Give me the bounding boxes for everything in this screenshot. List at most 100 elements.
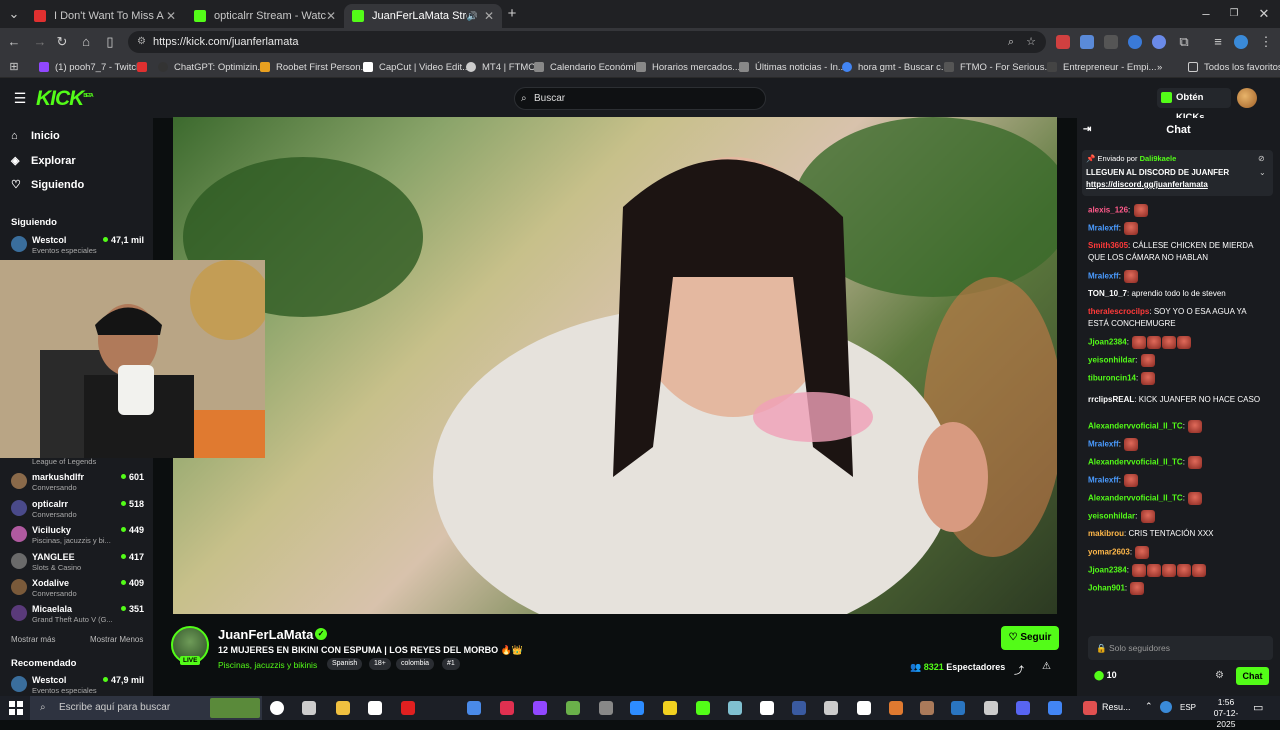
following-channel[interactable]: Micaelala Grand Theft Auto V (G... 351 xyxy=(11,603,146,625)
report-icon[interactable]: ⚠ xyxy=(1042,661,1051,672)
show-more-link[interactable]: Mostrar más xyxy=(11,635,55,644)
chat-username[interactable]: yeisonhildar xyxy=(1088,512,1135,521)
chat-settings-icon[interactable]: ⚙ xyxy=(1215,670,1224,681)
zoom-icon[interactable]: ⌕ xyxy=(1008,31,1014,53)
site-info-icon[interactable]: ⚙ xyxy=(137,31,146,53)
chat-username[interactable]: Mralexff xyxy=(1088,440,1119,449)
capcut-icon[interactable] xyxy=(760,701,774,715)
pinned-link[interactable]: https://discord.gg/juanferlamata xyxy=(1086,180,1208,189)
app-icon[interactable] xyxy=(1083,701,1097,715)
speaker-icon[interactable]: 🔊 xyxy=(467,11,478,22)
bookmark-entrepreneur[interactable]: Entrepreneur - Empi... xyxy=(1047,59,1156,75)
tab-search-icon[interactable]: ⌄ xyxy=(6,6,22,22)
more-menu-icon[interactable]: ⋮ xyxy=(1258,34,1274,50)
copilot-icon[interactable] xyxy=(467,701,481,715)
extension-icon[interactable] xyxy=(1128,35,1142,49)
bookmark-star-icon[interactable]: ☆ xyxy=(1026,31,1036,53)
following-channel[interactable]: opticalrr Conversando 518 xyxy=(11,498,146,520)
following-channel[interactable]: markushdlfr Conversando 601 xyxy=(11,471,146,493)
extensions-puzzle-icon[interactable]: ⧉ xyxy=(1176,34,1192,50)
chat-username[interactable]: Johan901 xyxy=(1088,584,1125,593)
app-icon[interactable] xyxy=(889,701,903,715)
forward-icon[interactable]: → xyxy=(32,34,48,50)
minimize-icon[interactable]: – xyxy=(1198,6,1214,22)
steam-icon[interactable] xyxy=(951,701,965,715)
bookmark-roobet[interactable]: Roobet First Person... xyxy=(260,59,368,75)
home-icon[interactable]: ⌂ xyxy=(78,34,94,50)
chat-username[interactable]: Jjoan2384 xyxy=(1088,338,1127,347)
kick-logo[interactable]: KICKBETA xyxy=(36,87,94,111)
chat-username[interactable]: theralescrocilps xyxy=(1088,307,1149,316)
tab-menu-icon[interactable]: ≡ xyxy=(1210,34,1226,50)
taskbar-clock[interactable]: 1:56 07-12-2025 xyxy=(1205,697,1247,730)
pinned-message[interactable]: 📌 Enviado por Dali9kaele LLEGUEN AL DISC… xyxy=(1082,150,1273,196)
browser-tab-1[interactable]: I Don't Want To Miss A Thing - ✕ xyxy=(26,4,184,28)
app-icon[interactable] xyxy=(984,701,998,715)
twitch-icon[interactable] xyxy=(533,701,547,715)
chat-username[interactable]: yeisonhildar xyxy=(1088,356,1135,365)
video-player[interactable] xyxy=(173,117,1057,614)
chat-username[interactable]: rrclipsREAL xyxy=(1088,395,1134,404)
back-icon[interactable]: ← xyxy=(6,34,22,50)
user-avatar[interactable] xyxy=(1237,88,1257,108)
chat-username[interactable]: alexis_126 xyxy=(1088,206,1128,215)
tag-18plus[interactable]: 18+ xyxy=(369,658,391,670)
tray-chevron-icon[interactable]: ⌃ xyxy=(1145,701,1153,712)
nav-explorar[interactable]: ◈ Explorar xyxy=(11,154,76,168)
following-channel[interactable]: Westcol Eventos especiales 47,1 mil xyxy=(11,234,146,256)
follow-button[interactable]: ♡ Seguir xyxy=(1001,626,1059,650)
opera-icon[interactable] xyxy=(401,701,415,715)
notepad-icon[interactable] xyxy=(368,701,382,715)
tray-app-icon[interactable] xyxy=(1160,701,1172,713)
extension-icon[interactable] xyxy=(1056,35,1070,49)
unpin-icon[interactable]: ⊘ xyxy=(1258,154,1265,163)
bookmark-youtube[interactable] xyxy=(137,59,153,75)
new-tab-button[interactable]: + xyxy=(504,6,520,22)
chat-username[interactable]: tiburoncin14 xyxy=(1088,374,1136,383)
tiktok-icon[interactable] xyxy=(857,701,871,715)
app-icon[interactable] xyxy=(599,701,613,715)
sticky-notes-icon[interactable] xyxy=(663,701,677,715)
minecraft-icon[interactable] xyxy=(696,701,710,715)
zoom-icon[interactable] xyxy=(630,701,644,715)
browser-tab-2[interactable]: opticalrr Stream - Watch Live o ✕ xyxy=(186,4,344,28)
running-app-label[interactable]: Resu... xyxy=(1102,702,1131,712)
chat-username[interactable]: Mralexff xyxy=(1088,272,1119,281)
following-channel[interactable]: Xodalive Conversando 409 xyxy=(11,577,146,599)
bookmark-hora-gmt[interactable]: hora gmt - Buscar c... xyxy=(842,59,949,75)
hamburger-menu-icon[interactable]: ☰ xyxy=(12,90,28,106)
chat-input[interactable]: 🔒 Solo seguidores xyxy=(1088,636,1273,660)
kick-points[interactable]: ⬤ 10 xyxy=(1094,670,1117,681)
chevron-down-icon[interactable]: ⌄ xyxy=(1259,168,1266,177)
show-less-link[interactable]: Mostrar Menos xyxy=(90,635,143,644)
get-kicks-button[interactable]: Obtén KICKs xyxy=(1157,88,1231,123)
extension-icon[interactable] xyxy=(1104,35,1118,49)
language-indicator[interactable]: ESP xyxy=(1180,703,1196,712)
discord-icon[interactable] xyxy=(1016,701,1030,715)
task-view-icon[interactable] xyxy=(302,701,316,715)
streamer-name[interactable]: JuanFerLaMata xyxy=(218,627,313,642)
settings-icon[interactable] xyxy=(824,701,838,715)
chat-username[interactable]: Alexandervvoficial_II_TC xyxy=(1088,422,1183,431)
window-close-icon[interactable]: ✕ xyxy=(1256,6,1272,22)
chat-username[interactable]: Alexandervvoficial_II_TC xyxy=(1088,458,1183,467)
search-input[interactable]: ⌕ Buscar xyxy=(514,87,766,110)
close-icon[interactable]: ✕ xyxy=(166,9,176,23)
browser-tab-3[interactable]: JuanFerLaMata Stream - W 🔊 ✕ xyxy=(344,4,502,28)
following-channel[interactable]: Vicilucky Piscinas, jacuzzis y bi... 449 xyxy=(11,524,146,546)
bookmark-calendario[interactable]: Calendario Económi... xyxy=(534,59,643,75)
tag-colombia[interactable]: colombia xyxy=(396,658,435,670)
notifications-icon[interactable]: ▭ xyxy=(1253,701,1263,714)
bookmark-chatgpt[interactable]: ChatGPT: Optimizin... xyxy=(158,59,265,75)
app-icon[interactable] xyxy=(920,701,934,715)
address-input[interactable]: ⚙ https://kick.com/juanferlamata ⌕ ☆ xyxy=(128,31,1046,53)
chat-username[interactable]: Smith3605 xyxy=(1088,241,1128,250)
chat-username[interactable]: yomar2603 xyxy=(1088,548,1130,557)
collapse-chat-icon[interactable]: ⇥ xyxy=(1083,118,1091,142)
close-icon[interactable]: ✕ xyxy=(326,9,336,23)
chat-username[interactable]: Jjoan2384 xyxy=(1088,566,1127,575)
reload-icon[interactable]: ↻ xyxy=(54,34,70,50)
chat-username[interactable]: TON_10_7 xyxy=(1088,289,1127,298)
recommended-channel[interactable]: Westcol Eventos especiales 47,9 mil xyxy=(11,674,146,696)
cortana-icon[interactable] xyxy=(270,701,284,715)
